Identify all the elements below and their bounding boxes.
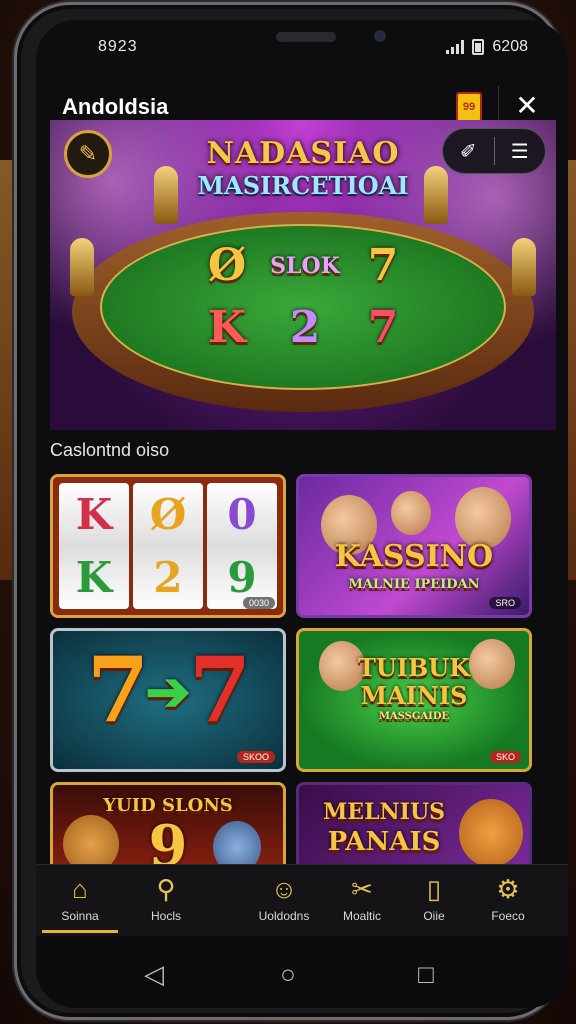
nav-item-foeco[interactable]: ⚙ Foeco	[470, 873, 546, 933]
table-symbol: 7	[367, 302, 399, 353]
tile-subtitle: MALNIE IPEIDAN	[348, 577, 480, 592]
tile-tag: SKO	[489, 751, 521, 763]
tile-title: TUIBUK	[357, 653, 471, 682]
home-icon: ⌂	[72, 874, 88, 904]
game-tile-sevens[interactable]: 7 ➔ 7 SKOO	[50, 628, 286, 772]
status-bar: 8923 6208	[36, 20, 568, 70]
character-face	[391, 491, 431, 535]
table-symbol: K	[207, 302, 247, 353]
tile-tag: 0030	[242, 597, 275, 609]
table-symbol: 7	[367, 240, 399, 291]
reel: 0 9	[207, 483, 277, 609]
game-tile-tuibuk[interactable]: TUIBUK MAINIS MASSGAIDE SKO	[296, 628, 532, 772]
table-post-far-right	[512, 238, 536, 296]
status-right: 6208	[446, 38, 528, 56]
hero-banner[interactable]: NADASIAO MASIRCETIOAI Ø SLOK 7 K 2 7 ✎ ✐…	[50, 120, 556, 430]
table-symbol: Ø	[207, 240, 247, 291]
game-tile-reels[interactable]: K K Ø 2 0 9 0030	[50, 474, 286, 618]
speaker-grille	[276, 32, 336, 42]
system-nav-bar: ◁ ○ □	[36, 936, 568, 1008]
section-title: Caslontnd oiso	[50, 440, 170, 460]
bottom-nav: ⌂ Soinna ⚲ Hocls ☺ Uoldodns ✂ Moaltic ▯ …	[36, 864, 568, 936]
table-symbol: 2	[289, 302, 321, 353]
nav-label: Moaltic	[342, 909, 381, 923]
game-tile-melnius[interactable]: MELNIUS PANAIS	[296, 782, 532, 874]
slot-reels: K K Ø 2 0 9	[53, 477, 283, 615]
menu-icon[interactable]: ☰	[495, 139, 546, 164]
home-circle-icon[interactable]: ○	[268, 954, 308, 994]
recent-apps-icon[interactable]: □	[406, 954, 446, 994]
reel-symbol: 2	[153, 553, 183, 602]
table-post-far-left	[70, 238, 94, 296]
reel-symbol: 0	[227, 490, 257, 539]
tile-title-2: MAINIS	[360, 681, 468, 710]
nav-item-oiie[interactable]: ▯ Oiie	[396, 873, 472, 933]
nav-label: Hocls	[150, 909, 181, 923]
tile-seven-right: 7	[188, 637, 252, 743]
nav-item-moaltic[interactable]: ✂ Moaltic	[324, 873, 400, 933]
nav-label: Uoldodns	[258, 909, 310, 923]
phone-icon: ▯	[426, 874, 442, 904]
tile-tag: SRO	[489, 597, 521, 609]
reel: K K	[59, 483, 129, 609]
reel-symbol: Ø	[149, 490, 187, 539]
table-symbol: SLOK	[270, 253, 340, 279]
edit-icon[interactable]: ✎	[64, 130, 112, 178]
app-badge-icon[interactable]: 99	[456, 92, 482, 122]
nav-item-uoldodns[interactable]: ☺ Uoldodns	[246, 873, 322, 933]
nav-item-hocls[interactable]: ⚲ Hocls	[128, 873, 204, 933]
status-time: 8923	[98, 38, 138, 55]
background-decor-left	[0, 160, 14, 580]
reel: Ø 2	[133, 483, 203, 609]
signal-icon	[446, 40, 465, 54]
reel-symbol: K	[75, 553, 113, 602]
smiley-icon: ☺	[270, 874, 298, 904]
battery-icon	[472, 39, 485, 55]
gear-icon: ⚙	[496, 874, 520, 904]
nav-item-home[interactable]: ⌂ Soinna	[42, 873, 118, 933]
close-button[interactable]: ✕	[510, 90, 544, 124]
search-icon: ⚲	[156, 874, 176, 904]
dog-character	[459, 799, 523, 867]
brush-icon[interactable]: ✐	[443, 139, 494, 164]
status-right-text: 6208	[492, 38, 528, 55]
game-tile-kasino[interactable]: KASSINO MALNIE IPEIDAN SRO	[296, 474, 532, 618]
tile-subtitle: MASSGAIDE	[378, 711, 450, 722]
nav-label: Oiie	[423, 909, 445, 923]
reel-symbol: 9	[227, 553, 257, 602]
nav-label: Foeco	[491, 909, 525, 923]
appbar-divider	[498, 86, 499, 122]
hero-tools: ✐ ☰	[442, 128, 546, 174]
reel-symbol: K	[75, 490, 113, 539]
hero-title-line2: MASIRCETIOAI	[197, 171, 409, 200]
game-tile-yuid[interactable]: YUID SLONS 9	[50, 782, 286, 874]
table-symbols: Ø SLOK 7 K 2 7	[190, 238, 420, 358]
phone-screen: 8923 6208 AndoIdsia 99 ✕ NADASIAO MASIRC…	[36, 20, 568, 1008]
tile-title: KASSINO	[334, 539, 494, 574]
front-camera	[374, 30, 386, 42]
scissors-icon: ✂	[351, 874, 373, 904]
tile-tag: SKOO	[236, 751, 275, 763]
app-title: AndoIdsia	[62, 94, 169, 119]
back-icon[interactable]: ◁	[134, 954, 174, 994]
nav-label: Soinna	[61, 909, 99, 923]
